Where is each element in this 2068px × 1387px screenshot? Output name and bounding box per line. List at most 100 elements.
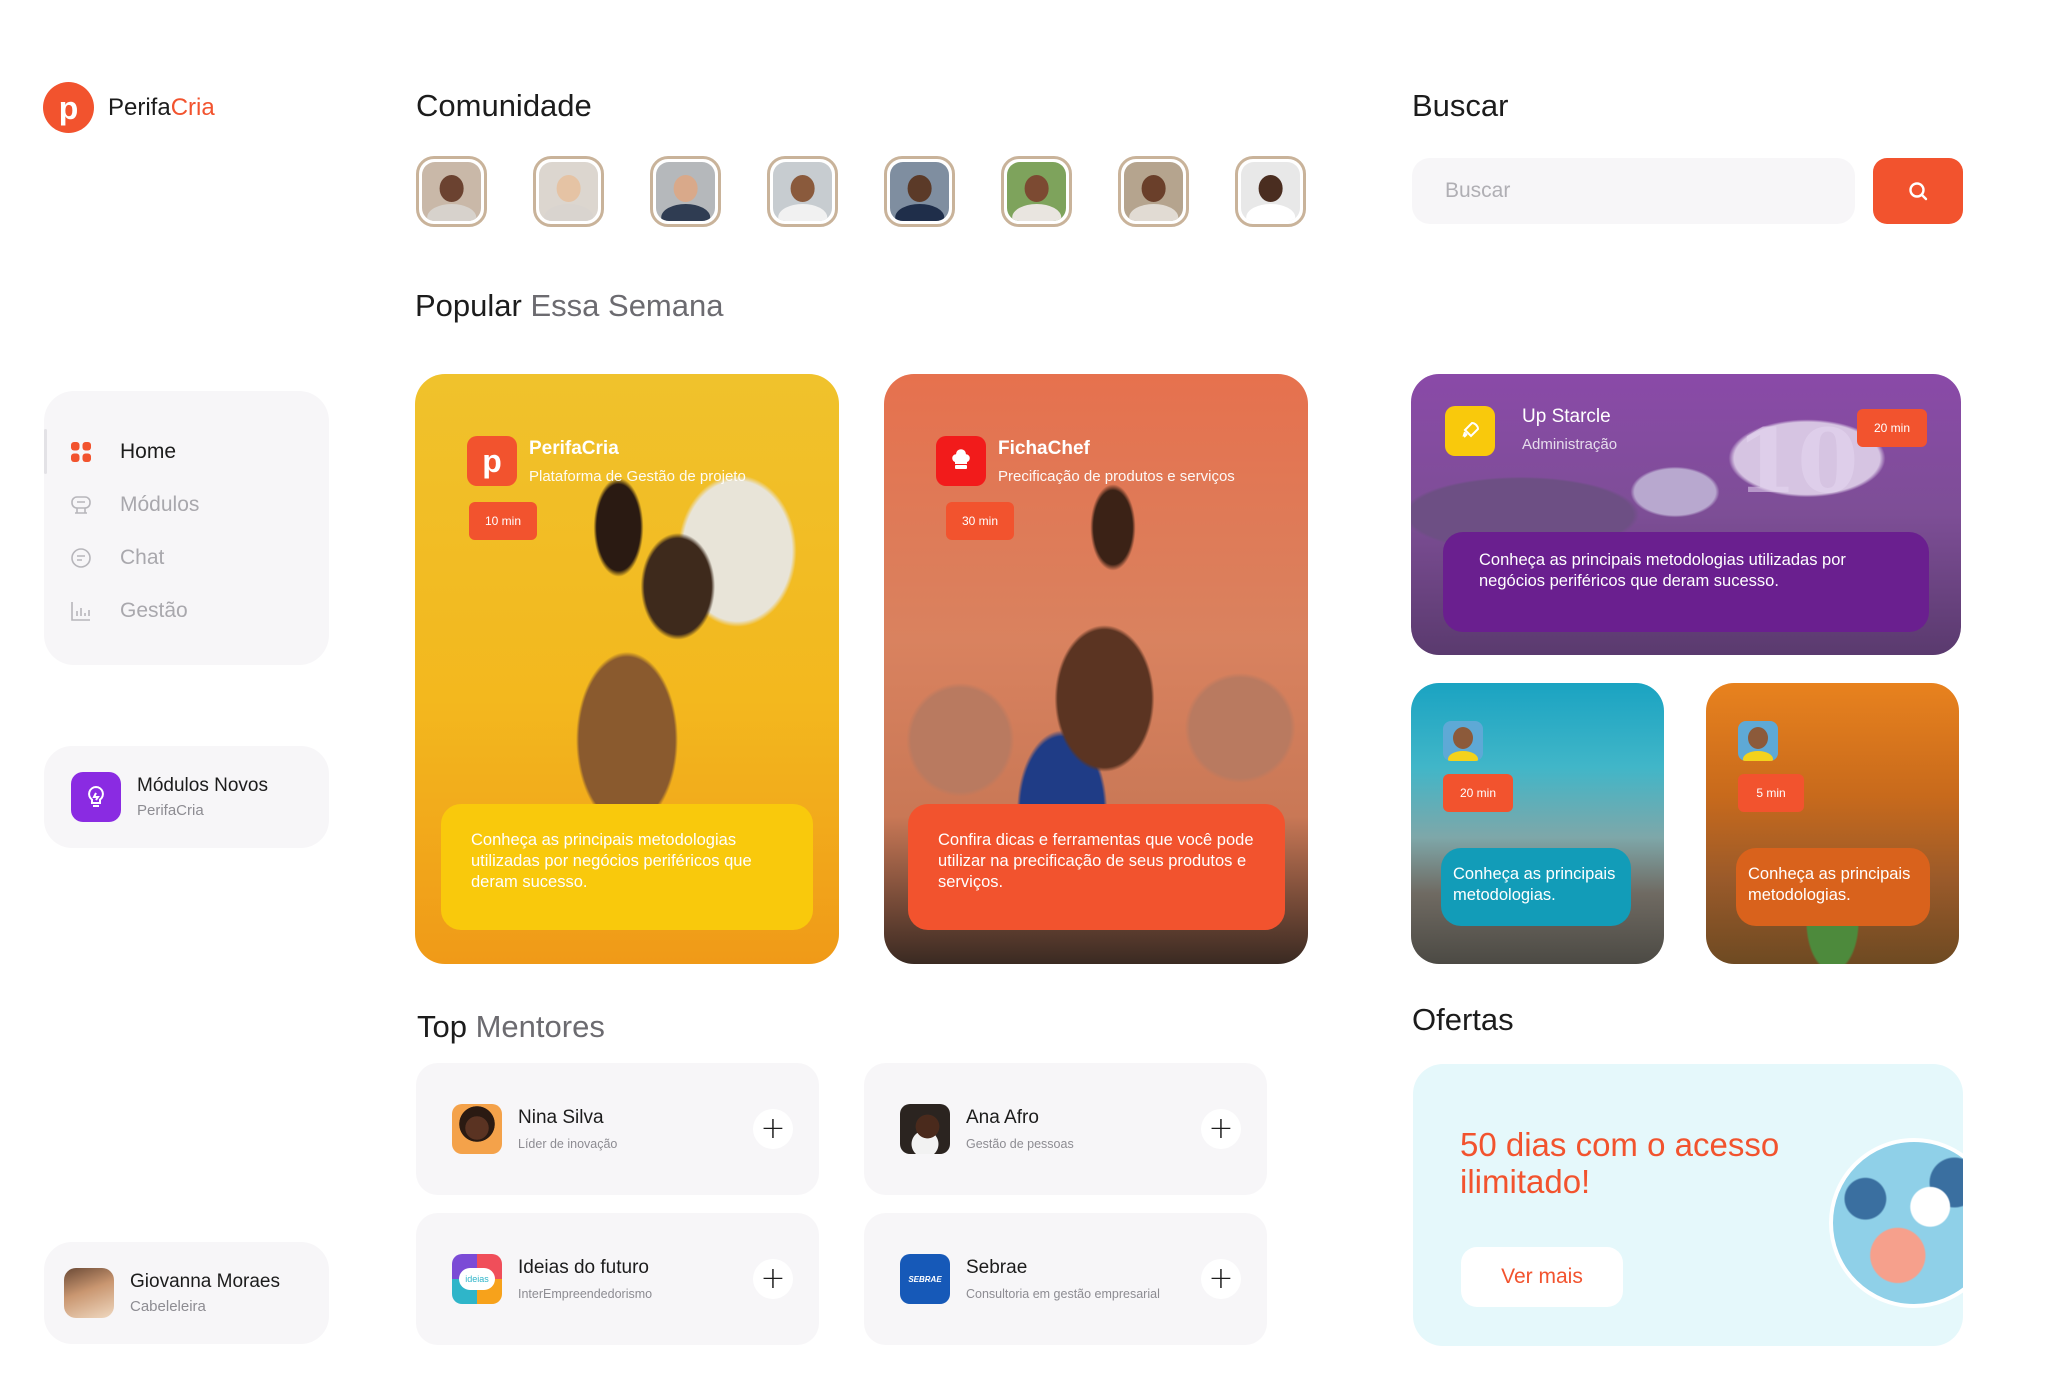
mentor-role: InterEmpreendedorismo — [518, 1287, 653, 1301]
sidebar-item-home[interactable]: Home — [44, 425, 329, 478]
community-avatar[interactable] — [650, 156, 721, 227]
sidebar-item-modulos[interactable]: Módulos — [44, 478, 329, 531]
avatar — [1443, 721, 1483, 761]
sidebar-item-chat[interactable]: Chat — [44, 531, 329, 584]
sidebar-nav: Home Módulos Chat Gestão — [44, 391, 329, 665]
duration-badge: 30 min — [946, 502, 1014, 540]
mentor-name: Sebrae — [966, 1257, 1028, 1278]
logo-mark: p — [43, 82, 94, 133]
brand-logo[interactable]: p PerifaCria — [43, 82, 215, 133]
mentor-name: Nina Silva — [518, 1107, 604, 1128]
sidebar-item-label: Home — [120, 439, 177, 463]
popular-card-fichachef[interactable]: FichaChef Precificação de produtos e ser… — [884, 374, 1308, 964]
sidebar-item-label: Gestão — [120, 598, 188, 622]
modules-icon — [70, 494, 92, 516]
card-app-subtitle: Plataforma de Gestão de projeto — [529, 468, 746, 485]
new-modules-subtitle: PerifaCria — [137, 802, 204, 819]
community-avatar[interactable] — [884, 156, 955, 227]
mentor-name: Ideias do futuro — [518, 1257, 649, 1278]
ideias-logo-icon: ideias — [452, 1254, 502, 1304]
avatar — [890, 162, 949, 221]
card-app-name: FichaChef — [998, 438, 1090, 459]
popular-title: Popular Essa Semana — [415, 288, 724, 323]
lightbulb-icon — [71, 772, 121, 822]
avatar — [773, 162, 832, 221]
user-role: Cabeleleira — [130, 1298, 206, 1315]
community-title: Comunidade — [416, 88, 592, 123]
user-name: Giovanna Moraes — [130, 1271, 280, 1292]
gift-globe-illustration — [1829, 1138, 1963, 1308]
card-app-name: PerifaCria — [529, 438, 619, 459]
add-mentor-button[interactable]: + — [1201, 1109, 1241, 1149]
grid-icon — [70, 441, 92, 463]
brand-name: PerifaCria — [108, 93, 215, 121]
duration-badge: 10 min — [469, 502, 537, 540]
mentors-title: Top Mentores — [417, 1009, 605, 1044]
popular-card-perifacria[interactable]: p PerifaCria Plataforma de Gestão de pro… — [415, 374, 839, 964]
mentor-name: Ana Afro — [966, 1107, 1039, 1128]
new-modules-title: Módulos Novos — [137, 775, 268, 796]
community-avatars — [416, 156, 1306, 227]
search-icon — [1909, 182, 1928, 201]
avatar — [1007, 162, 1066, 221]
duration-badge: 20 min — [1857, 409, 1927, 447]
chart-icon — [70, 600, 92, 622]
avatar — [900, 1104, 950, 1154]
mentor-card[interactable]: ideias Ideias do futuro InterEmpreendedo… — [416, 1213, 819, 1345]
community-avatar[interactable] — [533, 156, 604, 227]
sidebar-item-label: Chat — [120, 545, 165, 569]
add-mentor-button[interactable]: + — [753, 1259, 793, 1299]
user-profile-card[interactable]: Giovanna Moraes Cabeleleira — [44, 1242, 329, 1344]
avatar — [539, 162, 598, 221]
mentor-role: Consultoria em gestão empresarial — [966, 1287, 1160, 1301]
featured-card-upstarcle[interactable]: 10 Up Starcle Administração 20 min Conhe… — [1411, 374, 1961, 655]
avatar — [422, 162, 481, 221]
duration-badge: 5 min — [1738, 774, 1804, 812]
offers-title: Ofertas — [1412, 1002, 1514, 1037]
sebrae-logo-icon: SEBRAE — [900, 1254, 950, 1304]
avatar — [1241, 162, 1300, 221]
mentor-role: Líder de inovação — [518, 1137, 618, 1151]
community-avatar[interactable] — [1001, 156, 1072, 227]
duration-badge: 20 min — [1443, 774, 1513, 812]
community-avatar[interactable] — [767, 156, 838, 227]
featured-subtitle: Administração — [1522, 436, 1618, 453]
card-description: Conheça as principais metodologias. — [1441, 848, 1631, 926]
perifacria-app-icon: p — [467, 436, 517, 486]
jersey-number: 10 — [1736, 409, 1859, 513]
card-description: Conheça as principais metodologias. — [1736, 848, 1930, 926]
mentor-card[interactable]: Ana Afro Gestão de pessoas + — [864, 1063, 1267, 1195]
community-avatar[interactable] — [1235, 156, 1306, 227]
avatar — [452, 1104, 502, 1154]
card-app-subtitle: Precificação de produtos e serviços — [998, 468, 1235, 485]
card-description: Conheça as principais metodologias utili… — [1443, 532, 1929, 632]
mentor-role: Gestão de pessoas — [966, 1137, 1074, 1151]
community-avatar[interactable] — [416, 156, 487, 227]
search-input[interactable] — [1412, 158, 1855, 224]
sidebar-item-label: Módulos — [120, 492, 200, 516]
rocket-icon — [1445, 406, 1495, 456]
card-description: Confira dicas e ferramentas que você pod… — [908, 804, 1285, 930]
chat-icon — [70, 547, 92, 569]
offer-headline: 50 dias com o acesso ilimitado! — [1460, 1126, 1780, 1200]
small-card-blue[interactable]: 20 min Conheça as principais metodologia… — [1411, 683, 1664, 964]
search-button[interactable] — [1873, 158, 1963, 224]
avatar — [656, 162, 715, 221]
chef-hat-icon — [936, 436, 986, 486]
mentor-card[interactable]: Nina Silva Líder de inovação + — [416, 1063, 819, 1195]
search-title: Buscar — [1412, 88, 1509, 123]
mentor-card[interactable]: SEBRAE Sebrae Consultoria em gestão empr… — [864, 1213, 1267, 1345]
featured-app-name: Up Starcle — [1522, 406, 1611, 427]
avatar — [64, 1268, 114, 1318]
small-card-orange[interactable]: 5 min Conheça as principais metodologias… — [1706, 683, 1959, 964]
community-avatar[interactable] — [1118, 156, 1189, 227]
card-description: Conheça as principais metodologias utili… — [441, 804, 813, 930]
new-modules-card[interactable]: Módulos Novos PerifaCria — [44, 746, 329, 848]
sidebar-item-gestao[interactable]: Gestão — [44, 584, 329, 637]
add-mentor-button[interactable]: + — [1201, 1259, 1241, 1299]
avatar — [1738, 721, 1778, 761]
see-more-button[interactable]: Ver mais — [1461, 1247, 1623, 1307]
add-mentor-button[interactable]: + — [753, 1109, 793, 1149]
avatar — [1124, 162, 1183, 221]
offer-card: 50 dias com o acesso ilimitado! Ver mais — [1413, 1064, 1963, 1346]
